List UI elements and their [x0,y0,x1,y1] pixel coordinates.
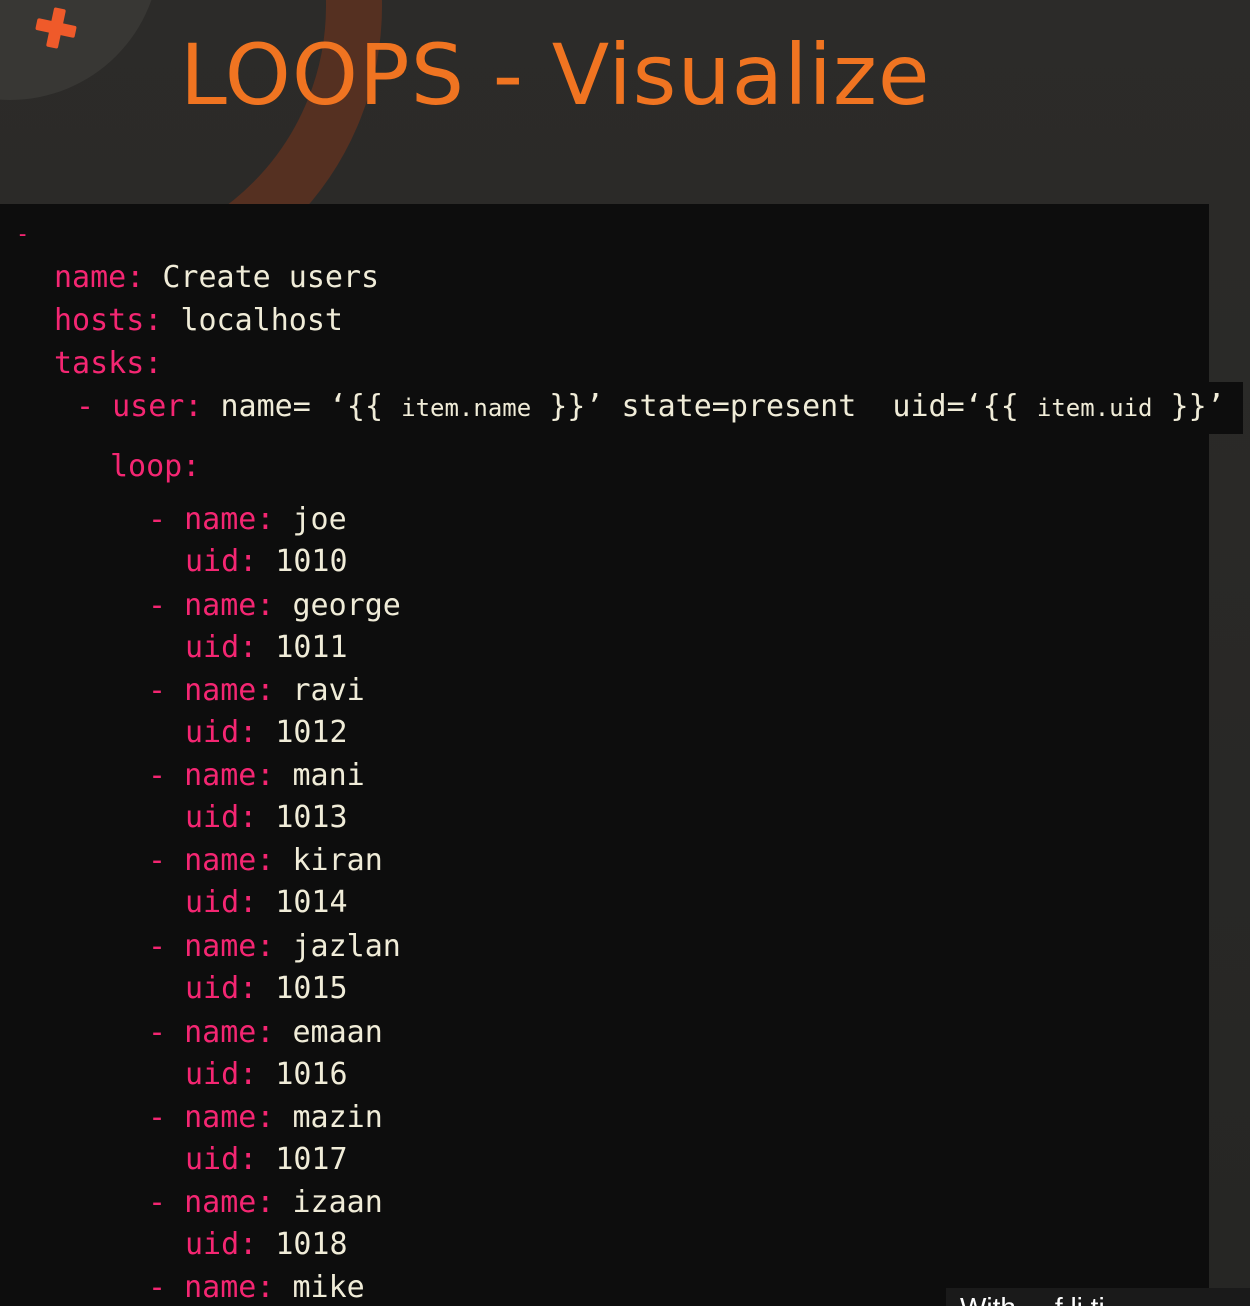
loop-item-uid-line: uid: 1018 [185,1225,348,1265]
yaml-dash: - [148,1100,167,1135]
caption-text: With ... f li ti [960,1292,1105,1306]
yaml-dash: - [148,1270,167,1305]
yaml-dash: - [148,673,167,708]
yaml-value: 1018 [275,1227,348,1262]
yaml-code: name: Create users hosts: localhost task… [0,0,1225,1305]
yaml-value: kiran [292,843,383,878]
yaml-key: uid: [185,1227,258,1262]
loop-item-name-line: - name: ravi [148,671,365,711]
yaml-value: 1012 [275,715,348,750]
yaml-value: 1010 [275,544,348,579]
yaml-key: uid: [185,885,258,920]
yaml-key: user: [112,389,203,424]
loop-item-uid-line: uid: 1015 [185,969,348,1009]
yaml-key: name: [184,843,275,878]
yaml-dash: - [148,502,167,537]
loop-item-name-line: - name: mani [148,756,365,796]
loop-item-uid-line: uid: 1017 [185,1140,348,1180]
loop-item-name-line: - name: izaan [148,1183,383,1223]
yaml-key: uid: [185,715,258,750]
yaml-key: uid: [185,1142,258,1177]
yaml-dash: - [76,389,95,424]
yaml-value: 1015 [275,971,348,1006]
yaml-key: name: [184,502,275,537]
loop-item-uid-line: uid: 1013 [185,798,348,838]
loop-item-uid-line: uid: 1014 [185,883,348,923]
loop-item-name-line: - name: joe [148,500,347,540]
loop-item-uid-line: uid: 1012 [185,713,348,753]
caption-box: With ... f li ti [946,1288,1250,1306]
yaml-dash: - [148,1185,167,1220]
yaml-value: 1016 [275,1057,348,1092]
loop-item-name-line: - name: mike [148,1268,365,1306]
yaml-key: name: [184,758,275,793]
code-panel [0,204,1209,1306]
yaml-value: }}’ [1152,389,1225,424]
yaml-value: name= ‘{{ [220,389,402,424]
yaml-value: item.uid [1036,394,1153,422]
slide-title: LOOPS - Visualize [180,26,931,124]
yaml-value: }}’ state=present uid=‘{{ [531,389,1037,424]
yaml-key: uid: [185,971,258,1006]
yaml-dash: - [148,758,167,793]
loop-item-uid-line: uid: 1011 [185,628,348,668]
yaml-value: 1013 [275,800,348,835]
yaml-dash: - [148,588,167,623]
yaml-key: loop: [110,449,201,484]
yaml-key: name: [184,929,275,964]
loop-item-uid-line: uid: 1016 [185,1055,348,1095]
yaml-dash: - [148,1015,167,1050]
loop-item-name-line: - name: mazin [148,1098,383,1138]
yaml-value: george [292,588,401,623]
code-line-hosts: hosts: localhost [54,301,343,341]
yaml-dash: - [148,929,167,964]
yaml-key: tasks: [54,346,163,381]
yaml-value: 1011 [275,630,348,665]
yaml-value: Create users [162,260,380,295]
loop-item-name-line: - name: kiran [148,841,383,881]
yaml-value: mike [292,1270,365,1305]
yaml-value: 1017 [275,1142,348,1177]
loop-item-name-line: - name: jazlan [148,927,401,967]
yaml-key: uid: [185,544,258,579]
yaml-key: uid: [185,630,258,665]
loop-item-name-line: - name: emaan [148,1013,383,1053]
slide: LOOPS - Visualize - name: Create users h… [0,0,1250,1306]
loop-item-name-line: - name: george [148,586,401,626]
yaml-key: name: [184,673,275,708]
yaml-value: izaan [292,1185,383,1220]
yaml-value: mani [292,758,365,793]
loop-item-uid-line: uid: 1010 [185,542,348,582]
yaml-value: item.name [401,394,532,422]
yaml-dash: - [148,843,167,878]
yaml-value: ravi [292,673,365,708]
code-line-loop: loop: [110,447,200,487]
yaml-key: hosts: [54,303,163,338]
yaml-key: name: [184,1270,275,1305]
yaml-key: name: [184,588,275,623]
code-line-play-name: name: Create users [54,258,379,298]
yaml-value: 1014 [275,885,348,920]
yaml-key: name: [184,1100,275,1135]
yaml-value: localhost [180,303,343,338]
yaml-key: name: [54,260,145,295]
yaml-key: name: [184,1185,275,1220]
yaml-key: uid: [185,800,258,835]
yaml-key: uid: [185,1057,258,1092]
code-line-task-user: - user: name= ‘{{ item.name }}’ state=pr… [76,387,1225,428]
yaml-value: emaan [292,1015,383,1050]
code-line-tasks: tasks: [54,344,162,384]
yaml-key: name: [184,1015,275,1050]
yaml-value: jazlan [292,929,401,964]
yaml-value: mazin [292,1100,383,1135]
yaml-value: joe [292,502,347,537]
